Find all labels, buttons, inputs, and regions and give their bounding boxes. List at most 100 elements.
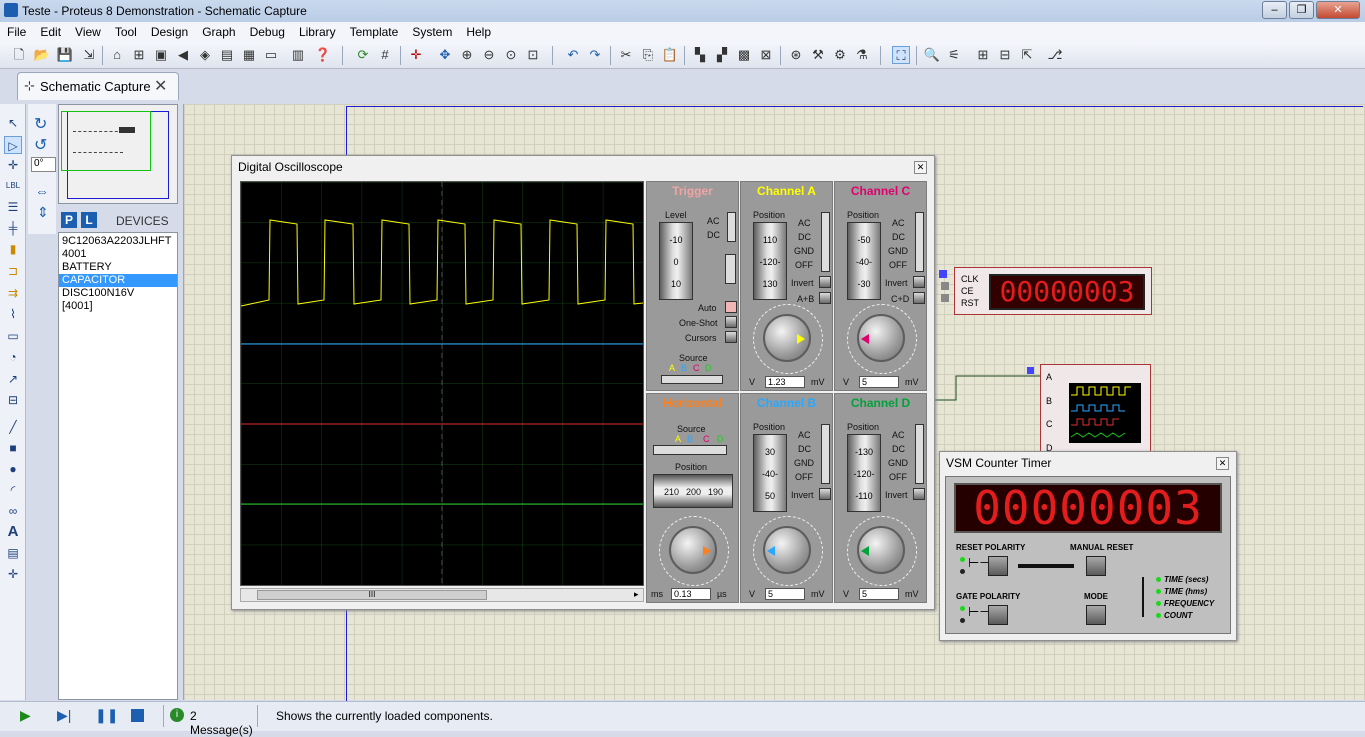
scrollbar-thumb[interactable]: III (257, 590, 487, 600)
text-icon[interactable]: A (4, 523, 22, 541)
pick-device-icon[interactable]: ⊛ (787, 46, 805, 64)
generator-icon[interactable]: ◔ (4, 348, 22, 366)
tab-close-icon[interactable]: ✕ (154, 76, 167, 96)
bom-icon[interactable]: ▤ (218, 46, 236, 64)
new-file-icon[interactable]: 🗋 (10, 46, 28, 64)
design-icon[interactable]: ▦ (240, 46, 258, 64)
exit-parent-icon[interactable]: ⇱ (1018, 46, 1036, 64)
decompose-icon[interactable]: ⚙ (831, 46, 849, 64)
list-item[interactable]: DISC100N16V (59, 287, 177, 300)
text-script-icon[interactable]: ☰ (4, 198, 22, 216)
reset-polarity-button[interactable] (988, 556, 1008, 576)
manual-reset-button[interactable] (1086, 556, 1106, 576)
mirror-y-icon[interactable]: ⇕ (37, 204, 49, 221)
scroll-right-icon[interactable]: ▸ (634, 589, 639, 600)
trigger-source-slider[interactable] (661, 375, 723, 384)
undo-icon[interactable]: ↶ (564, 46, 582, 64)
arc-icon[interactable]: ◜ (4, 481, 22, 499)
menu-library[interactable]: Library (292, 22, 343, 39)
channel-d-coupling-switch[interactable] (915, 424, 924, 484)
new-sheet-icon[interactable]: ⊞ (974, 46, 992, 64)
wire-autorouter-icon[interactable]: ⛶ (892, 46, 910, 64)
pan-icon[interactable]: ✥ (436, 46, 454, 64)
junction-icon[interactable]: ✛ (4, 156, 22, 174)
trigger-level-drum[interactable]: -10 0 10 (659, 222, 693, 300)
menu-help[interactable]: Help (459, 22, 498, 39)
help-icon[interactable]: ❓ (314, 46, 332, 64)
symbol-icon[interactable]: ▤ (4, 544, 22, 562)
notes-icon[interactable]: ▭ (262, 46, 280, 64)
graph-icon[interactable]: ⌇ (4, 305, 22, 323)
grid-icon[interactable]: # (376, 46, 394, 64)
menu-system[interactable]: System (405, 22, 459, 39)
selection-mode-icon[interactable]: ↖ (4, 114, 22, 132)
block-move-icon[interactable]: ▞ (713, 46, 731, 64)
terminals-icon[interactable]: ⊐ (4, 262, 22, 280)
property-tool-icon[interactable]: ⚟ (945, 46, 963, 64)
wire-label-icon[interactable]: LBL (4, 177, 22, 195)
zoom-in-icon[interactable]: ⊕ (458, 46, 476, 64)
overview-window[interactable] (58, 104, 178, 204)
menu-debug[interactable]: Debug (243, 22, 292, 39)
origin-icon[interactable]: ✛ (407, 46, 425, 64)
trigger-cursors-button[interactable] (725, 331, 737, 343)
rotate-cw-icon[interactable]: ↻ (34, 114, 47, 134)
channel-c-volts-knob[interactable] (857, 314, 905, 362)
trigger-oneshot-button[interactable] (725, 316, 737, 328)
stop-icon[interactable] (131, 709, 144, 722)
channel-b-position-drum[interactable]: 30 -40- 50 (753, 434, 787, 512)
channel-a-invert-button[interactable] (819, 276, 831, 288)
voltage-probe-icon[interactable]: ↗ (4, 370, 22, 388)
redo-icon[interactable]: ↷ (586, 46, 604, 64)
zoom-out-icon[interactable]: ⊖ (480, 46, 498, 64)
make-device-icon[interactable]: ⚒ (809, 46, 827, 64)
channel-b-coupling-switch[interactable] (821, 424, 830, 484)
channel-a-position-drum[interactable]: 110 -120- 130 (753, 222, 787, 300)
pcb-icon[interactable]: ▣ (152, 46, 170, 64)
block-delete-icon[interactable]: ⊠ (757, 46, 775, 64)
package-tool-icon[interactable]: ⚗ (853, 46, 871, 64)
mode-button[interactable] (1086, 605, 1106, 625)
trigger-edge-switch[interactable] (725, 254, 736, 284)
counter-timer-component[interactable]: CLK CE RST 00000003 (939, 267, 1152, 315)
tape-recorder-icon[interactable]: ▭ (4, 327, 22, 345)
paste-icon[interactable]: 📋 (661, 46, 679, 64)
zoom-all-icon[interactable]: ⊙ (502, 46, 520, 64)
copy-icon[interactable]: ⎘ (639, 46, 657, 64)
horizontal-timebase-knob[interactable] (669, 526, 717, 574)
library-manager-button[interactable]: L (81, 212, 97, 228)
device-list[interactable]: 9C12063A2203JLHFT 4001 BATTERY CAPACITOR… (58, 232, 178, 700)
channel-c-coupling-switch[interactable] (915, 212, 924, 272)
oscilloscope-close-button[interactable]: ✕ (914, 161, 927, 174)
oscilloscope-component[interactable]: A B C D (1027, 364, 1151, 454)
gate-polarity-button[interactable] (988, 605, 1008, 625)
list-item-selected[interactable]: CAPACITOR (59, 274, 177, 287)
search-icon[interactable]: 🔍 (923, 46, 941, 64)
channel-d-invert-button[interactable] (913, 488, 925, 500)
tab-schematic-capture[interactable]: ⊹ Schematic Capture ✕ (17, 72, 179, 100)
minimize-button[interactable]: – (1262, 1, 1287, 19)
line-icon[interactable]: ╱ (4, 418, 22, 436)
messages-button[interactable]: i 2 Message(s) (163, 705, 258, 737)
channel-d-volts-knob[interactable] (857, 526, 905, 574)
maximize-button[interactable]: ❐ (1289, 1, 1314, 19)
path-icon[interactable]: ∞ (4, 502, 22, 520)
rotate-ccw-icon[interactable]: ↺ (34, 135, 47, 155)
pause-icon[interactable]: ❚❚ (95, 707, 118, 724)
horizontal-source-slider[interactable] (653, 445, 727, 455)
netlist-icon[interactable]: ⎇ (1046, 46, 1064, 64)
trigger-auto-button[interactable] (725, 301, 737, 313)
list-item[interactable]: BATTERY (59, 261, 177, 274)
circle-icon[interactable]: ● (4, 460, 22, 478)
box-icon[interactable]: ■ (4, 439, 22, 457)
rotation-angle-field[interactable]: 0° (31, 157, 56, 172)
menu-view[interactable]: View (68, 22, 108, 39)
pick-devices-button[interactable]: P (61, 212, 77, 228)
menu-graph[interactable]: Graph (195, 22, 242, 39)
mirror-x-icon[interactable]: ⇔ (35, 183, 49, 199)
trigger-coupling-switch[interactable] (727, 212, 736, 242)
close-button[interactable]: ✕ (1316, 1, 1360, 19)
menu-design[interactable]: Design (144, 22, 195, 39)
refresh-icon[interactable]: ⟳ (354, 46, 372, 64)
marker-icon[interactable]: ✛ (4, 565, 22, 583)
